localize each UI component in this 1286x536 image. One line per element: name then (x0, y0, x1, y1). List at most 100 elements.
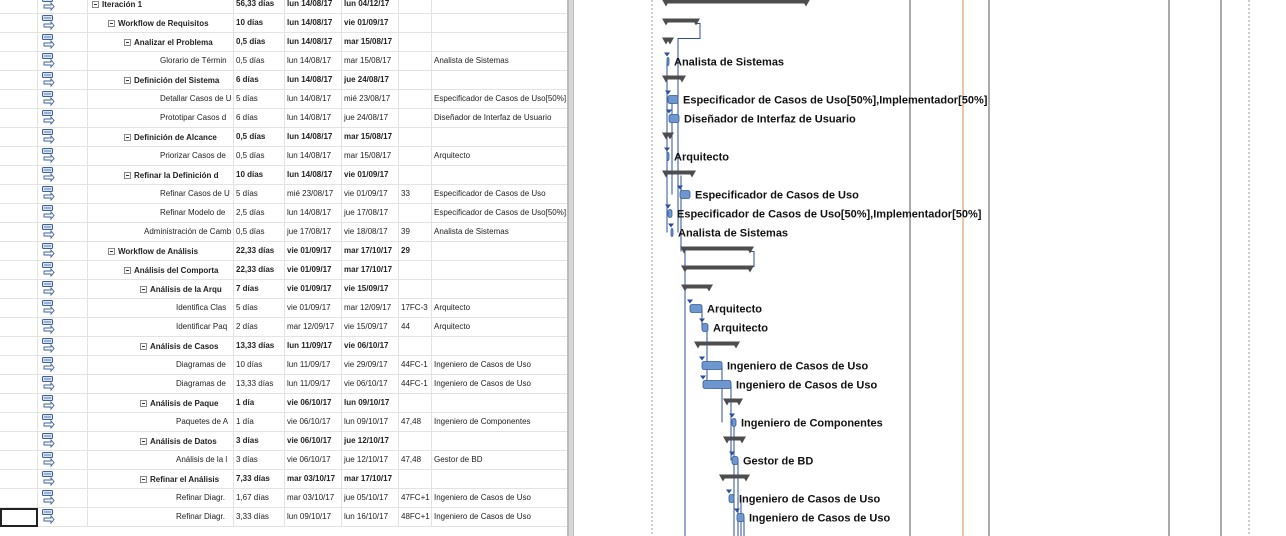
note-indicator-icon[interactable] (42, 414, 55, 430)
row-header-cell[interactable] (0, 470, 38, 489)
table-row[interactable]: Identificar Paq 2 días mar 12/09/17 vie 15/… (0, 318, 567, 337)
finish-cell[interactable]: vie 29/09/17 (342, 356, 399, 375)
table-row[interactable]: Prototipar Casos d 6 días lun 14/08/17 jue … (0, 109, 567, 128)
start-cell[interactable]: jue 17/08/17 (285, 223, 342, 242)
row-header-cell[interactable] (0, 432, 38, 451)
finish-cell[interactable]: vie 06/10/17 (342, 375, 399, 394)
row-header-cell[interactable] (0, 0, 38, 14)
predecessors-cell[interactable]: 47,48 (399, 413, 432, 432)
note-indicator-icon[interactable] (42, 53, 55, 69)
task-name-cell[interactable]: Refinar el Análisis (88, 470, 234, 489)
task-name-cell[interactable]: Analizar el Problema (88, 33, 234, 52)
resources-cell[interactable]: Especificador de Casos de Uso (432, 185, 567, 204)
row-header-cell[interactable] (0, 508, 38, 527)
start-cell[interactable]: lun 14/08/17 (285, 204, 342, 223)
predecessors-cell[interactable] (399, 0, 432, 14)
duration-cell[interactable]: 5 días (234, 185, 285, 204)
resources-cell[interactable]: Ingeniero de Casos de Uso (432, 489, 567, 508)
start-cell[interactable]: lun 11/09/17 (285, 337, 342, 356)
resources-cell[interactable]: Ingeniero de Casos de Uso (432, 508, 567, 527)
resources-cell[interactable] (432, 261, 567, 280)
note-indicator-icon[interactable] (42, 395, 55, 411)
task-name-cell[interactable]: Análisis del Comporta (88, 261, 234, 280)
predecessors-cell[interactable] (399, 90, 432, 109)
resources-cell[interactable]: Ingeniero de Casos de Uso (432, 375, 567, 394)
predecessors-cell[interactable]: 48FC+1 (399, 508, 432, 527)
start-cell[interactable]: lun 14/08/17 (285, 0, 342, 14)
row-header-cell[interactable] (0, 90, 38, 109)
table-row[interactable]: Identifica Clas 5 días vie 01/09/17 mar 12/… (0, 299, 567, 318)
finish-cell[interactable]: vie 06/10/17 (342, 337, 399, 356)
row-header-cell[interactable] (0, 52, 38, 71)
resources-cell[interactable] (432, 166, 567, 185)
start-cell[interactable]: vie 01/09/17 (285, 280, 342, 299)
row-header-cell[interactable] (0, 128, 38, 147)
table-row[interactable]: Análisis de la Arqu 7 días vie 01/09/17 vie… (0, 280, 567, 299)
finish-cell[interactable]: vie 01/09/17 (342, 185, 399, 204)
finish-cell[interactable]: jue 17/08/17 (342, 204, 399, 223)
duration-cell[interactable]: 6 días (234, 109, 285, 128)
table-row[interactable]: Análisis de Datos 3 días vie 06/10/17 jue 1… (0, 432, 567, 451)
table-row[interactable]: Analizar el Problema 0,5 días lun 14/08/17… (0, 33, 567, 52)
duration-cell[interactable]: 3 días (234, 451, 285, 470)
start-cell[interactable]: lun 14/08/17 (285, 166, 342, 185)
finish-cell[interactable]: lun 09/10/17 (342, 394, 399, 413)
resources-cell[interactable] (432, 280, 567, 299)
start-cell[interactable]: vie 06/10/17 (285, 413, 342, 432)
duration-cell[interactable]: 2,5 días (234, 204, 285, 223)
note-indicator-icon[interactable] (42, 509, 55, 525)
collapse-toggle-icon[interactable] (108, 248, 115, 255)
resources-cell[interactable] (432, 337, 567, 356)
row-header-cell[interactable] (0, 413, 38, 432)
start-cell[interactable]: vie 01/09/17 (285, 299, 342, 318)
resources-cell[interactable]: Especificador de Casos de Uso[50%],Ir (432, 204, 567, 223)
finish-cell[interactable]: lun 09/10/17 (342, 413, 399, 432)
finish-cell[interactable]: vie 15/09/17 (342, 280, 399, 299)
table-row[interactable]: Definición de Alcance 0,5 días lun 14/08/1… (0, 128, 567, 147)
finish-cell[interactable]: mar 17/10/17 (342, 470, 399, 489)
note-indicator-icon[interactable] (42, 281, 55, 297)
task-name-cell[interactable]: Refinar Diagr. (88, 489, 234, 508)
predecessors-cell[interactable]: 44FC-1 (399, 356, 432, 375)
duration-cell[interactable]: 2 días (234, 318, 285, 337)
table-row[interactable]: Refinar Diagr. 3,33 días lun 09/10/17 lun 1… (0, 508, 567, 527)
table-row[interactable]: Refinar Diagr. 1,67 días mar 03/10/17 jue 0… (0, 489, 567, 508)
table-row[interactable]: Detallar Casos de U 5 días lun 14/08/17 mié… (0, 90, 567, 109)
row-header-cell[interactable] (0, 280, 38, 299)
predecessors-cell[interactable] (399, 71, 432, 90)
duration-cell[interactable]: 1 día (234, 413, 285, 432)
note-indicator-icon[interactable] (42, 110, 55, 126)
note-indicator-icon[interactable] (42, 262, 55, 278)
note-indicator-icon[interactable] (42, 357, 55, 373)
duration-cell[interactable]: 13,33 días (234, 337, 285, 356)
task-name-cell[interactable]: Detallar Casos de U (88, 90, 234, 109)
start-cell[interactable]: lun 14/08/17 (285, 109, 342, 128)
collapse-toggle-icon[interactable] (124, 39, 131, 46)
resources-cell[interactable]: Ingeniero de Casos de Uso (432, 356, 567, 375)
duration-cell[interactable]: 10 días (234, 14, 285, 33)
table-row[interactable]: Refinar Modelo de 2,5 días lun 14/08/17 jue… (0, 204, 567, 223)
predecessors-cell[interactable] (399, 14, 432, 33)
predecessors-cell[interactable] (399, 52, 432, 71)
resources-cell[interactable] (432, 71, 567, 90)
table-row[interactable]: Análisis de Casos 13,33 días lun 11/09/17 v… (0, 337, 567, 356)
collapse-toggle-icon[interactable] (108, 20, 115, 27)
finish-cell[interactable]: jue 24/08/17 (342, 109, 399, 128)
start-cell[interactable]: lun 14/08/17 (285, 14, 342, 33)
resources-cell[interactable]: Ingeniero de Componentes (432, 413, 567, 432)
note-indicator-icon[interactable] (42, 148, 55, 164)
row-header-cell[interactable] (0, 337, 38, 356)
task-name-cell[interactable]: Definición de Alcance (88, 128, 234, 147)
task-name-cell[interactable]: Workflow de Requisitos (88, 14, 234, 33)
collapse-toggle-icon[interactable] (140, 438, 147, 445)
table-row[interactable]: Análisis de Paque 1 día vie 06/10/17 lun 09… (0, 394, 567, 413)
predecessors-cell[interactable] (399, 280, 432, 299)
collapse-toggle-icon[interactable] (140, 286, 147, 293)
row-header-cell[interactable] (0, 223, 38, 242)
collapse-toggle-icon[interactable] (124, 267, 131, 274)
start-cell[interactable]: vie 01/09/17 (285, 242, 342, 261)
table-row[interactable]: Diagramas de 13,33 días lun 11/09/17 vie 06… (0, 375, 567, 394)
note-indicator-icon[interactable] (42, 186, 55, 202)
row-header-cell[interactable] (0, 185, 38, 204)
duration-cell[interactable]: 22,33 días (234, 261, 285, 280)
